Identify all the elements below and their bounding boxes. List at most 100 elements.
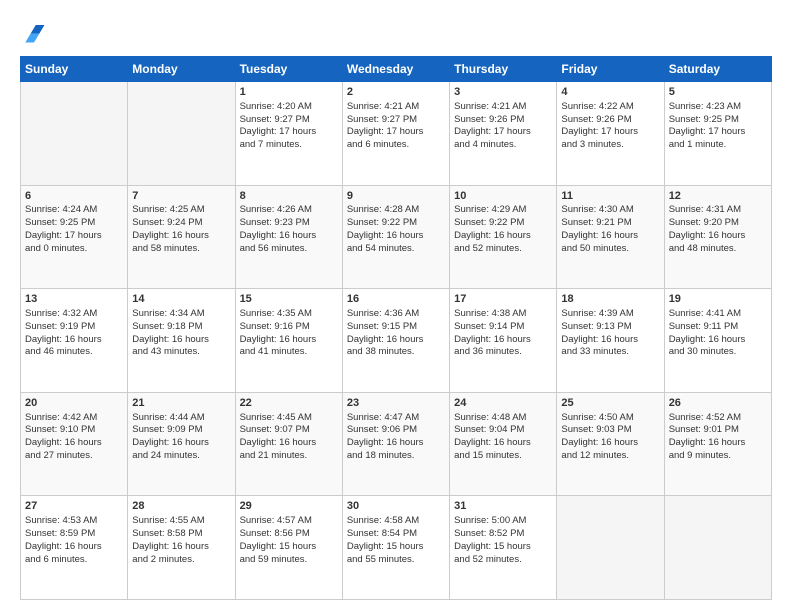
- day-info-line: Daylight: 16 hours: [561, 334, 659, 347]
- day-info-line: Daylight: 16 hours: [454, 230, 552, 243]
- day-info-line: and 33 minutes.: [561, 346, 659, 359]
- day-info-line: Sunrise: 5:00 AM: [454, 515, 552, 528]
- day-number: 15: [240, 292, 338, 307]
- day-info-line: Sunset: 9:10 PM: [25, 424, 123, 437]
- day-number: 19: [669, 292, 767, 307]
- calendar-cell: 3Sunrise: 4:21 AMSunset: 9:26 PMDaylight…: [450, 82, 557, 186]
- day-info-line: Sunrise: 4:45 AM: [240, 412, 338, 425]
- day-info-line: Sunset: 9:19 PM: [25, 321, 123, 334]
- calendar-cell: 9Sunrise: 4:28 AMSunset: 9:22 PMDaylight…: [342, 185, 449, 289]
- day-number: 7: [132, 189, 230, 204]
- day-info-line: Sunrise: 4:48 AM: [454, 412, 552, 425]
- day-number: 11: [561, 189, 659, 204]
- weekday-header: Monday: [128, 57, 235, 82]
- day-info-line: Sunrise: 4:26 AM: [240, 204, 338, 217]
- day-info-line: Sunrise: 4:50 AM: [561, 412, 659, 425]
- day-number: 2: [347, 85, 445, 100]
- day-info-line: Sunrise: 4:52 AM: [669, 412, 767, 425]
- day-info-line: and 43 minutes.: [132, 346, 230, 359]
- day-info-line: Daylight: 15 hours: [347, 541, 445, 554]
- day-info-line: Daylight: 16 hours: [454, 437, 552, 450]
- day-number: 31: [454, 499, 552, 514]
- day-info-line: and 48 minutes.: [669, 243, 767, 256]
- day-info-line: Sunrise: 4:47 AM: [347, 412, 445, 425]
- day-info-line: Sunrise: 4:31 AM: [669, 204, 767, 217]
- day-number: 24: [454, 396, 552, 411]
- day-info-line: Sunrise: 4:32 AM: [25, 308, 123, 321]
- day-info-line: Sunset: 9:27 PM: [347, 114, 445, 127]
- day-number: 18: [561, 292, 659, 307]
- day-info-line: Sunset: 8:52 PM: [454, 528, 552, 541]
- day-number: 5: [669, 85, 767, 100]
- day-number: 26: [669, 396, 767, 411]
- day-info-line: Sunrise: 4:44 AM: [132, 412, 230, 425]
- day-info-line: Sunrise: 4:24 AM: [25, 204, 123, 217]
- day-info-line: and 3 minutes.: [561, 139, 659, 152]
- day-number: 22: [240, 396, 338, 411]
- day-info-line: Sunrise: 4:42 AM: [25, 412, 123, 425]
- calendar-table: SundayMondayTuesdayWednesdayThursdayFrid…: [20, 56, 772, 600]
- day-info-line: Sunrise: 4:34 AM: [132, 308, 230, 321]
- day-number: 20: [25, 396, 123, 411]
- day-number: 25: [561, 396, 659, 411]
- day-info-line: and 6 minutes.: [25, 554, 123, 567]
- day-info-line: Daylight: 17 hours: [561, 126, 659, 139]
- day-info-line: Daylight: 16 hours: [454, 334, 552, 347]
- day-info-line: Sunset: 8:54 PM: [347, 528, 445, 541]
- day-info-line: and 6 minutes.: [347, 139, 445, 152]
- day-info-line: and 50 minutes.: [561, 243, 659, 256]
- day-info-line: Sunset: 9:07 PM: [240, 424, 338, 437]
- day-info-line: and 18 minutes.: [347, 450, 445, 463]
- day-info-line: Sunrise: 4:55 AM: [132, 515, 230, 528]
- day-info-line: Sunset: 9:09 PM: [132, 424, 230, 437]
- calendar-cell: 5Sunrise: 4:23 AMSunset: 9:25 PMDaylight…: [664, 82, 771, 186]
- calendar-cell: [557, 496, 664, 600]
- day-number: 29: [240, 499, 338, 514]
- day-info-line: and 30 minutes.: [669, 346, 767, 359]
- day-info-line: Daylight: 16 hours: [25, 541, 123, 554]
- day-info-line: and 21 minutes.: [240, 450, 338, 463]
- day-number: 9: [347, 189, 445, 204]
- day-info-line: Daylight: 16 hours: [132, 437, 230, 450]
- day-number: 12: [669, 189, 767, 204]
- day-number: 23: [347, 396, 445, 411]
- calendar-cell: 30Sunrise: 4:58 AMSunset: 8:54 PMDayligh…: [342, 496, 449, 600]
- day-info-line: and 41 minutes.: [240, 346, 338, 359]
- day-info-line: Daylight: 16 hours: [347, 437, 445, 450]
- day-info-line: Daylight: 16 hours: [132, 334, 230, 347]
- day-info-line: Sunset: 9:14 PM: [454, 321, 552, 334]
- day-info-line: Daylight: 16 hours: [240, 334, 338, 347]
- day-info-line: and 52 minutes.: [454, 243, 552, 256]
- calendar-week-row: 1Sunrise: 4:20 AMSunset: 9:27 PMDaylight…: [21, 82, 772, 186]
- calendar-cell: 28Sunrise: 4:55 AMSunset: 8:58 PMDayligh…: [128, 496, 235, 600]
- day-info-line: Sunset: 8:56 PM: [240, 528, 338, 541]
- day-info-line: and 12 minutes.: [561, 450, 659, 463]
- day-number: 16: [347, 292, 445, 307]
- day-number: 27: [25, 499, 123, 514]
- weekday-header: Friday: [557, 57, 664, 82]
- calendar-cell: 4Sunrise: 4:22 AMSunset: 9:26 PMDaylight…: [557, 82, 664, 186]
- day-info-line: Sunrise: 4:29 AM: [454, 204, 552, 217]
- calendar-cell: [21, 82, 128, 186]
- day-info-line: Daylight: 16 hours: [669, 334, 767, 347]
- day-info-line: Sunset: 9:18 PM: [132, 321, 230, 334]
- day-info-line: Daylight: 17 hours: [25, 230, 123, 243]
- calendar-cell: 15Sunrise: 4:35 AMSunset: 9:16 PMDayligh…: [235, 289, 342, 393]
- day-info-line: Sunrise: 4:58 AM: [347, 515, 445, 528]
- day-info-line: Sunrise: 4:41 AM: [669, 308, 767, 321]
- calendar-cell: 8Sunrise: 4:26 AMSunset: 9:23 PMDaylight…: [235, 185, 342, 289]
- day-info-line: Daylight: 16 hours: [132, 230, 230, 243]
- day-info-line: Sunset: 9:25 PM: [25, 217, 123, 230]
- day-number: 30: [347, 499, 445, 514]
- weekday-header: Tuesday: [235, 57, 342, 82]
- day-info-line: Daylight: 17 hours: [347, 126, 445, 139]
- day-info-line: Sunset: 9:25 PM: [669, 114, 767, 127]
- day-info-line: and 2 minutes.: [132, 554, 230, 567]
- day-info-line: Daylight: 16 hours: [240, 437, 338, 450]
- day-info-line: Sunrise: 4:53 AM: [25, 515, 123, 528]
- day-info-line: Sunrise: 4:25 AM: [132, 204, 230, 217]
- day-info-line: Daylight: 16 hours: [561, 230, 659, 243]
- calendar-cell: 14Sunrise: 4:34 AMSunset: 9:18 PMDayligh…: [128, 289, 235, 393]
- day-info-line: Sunrise: 4:30 AM: [561, 204, 659, 217]
- day-info-line: Daylight: 16 hours: [561, 437, 659, 450]
